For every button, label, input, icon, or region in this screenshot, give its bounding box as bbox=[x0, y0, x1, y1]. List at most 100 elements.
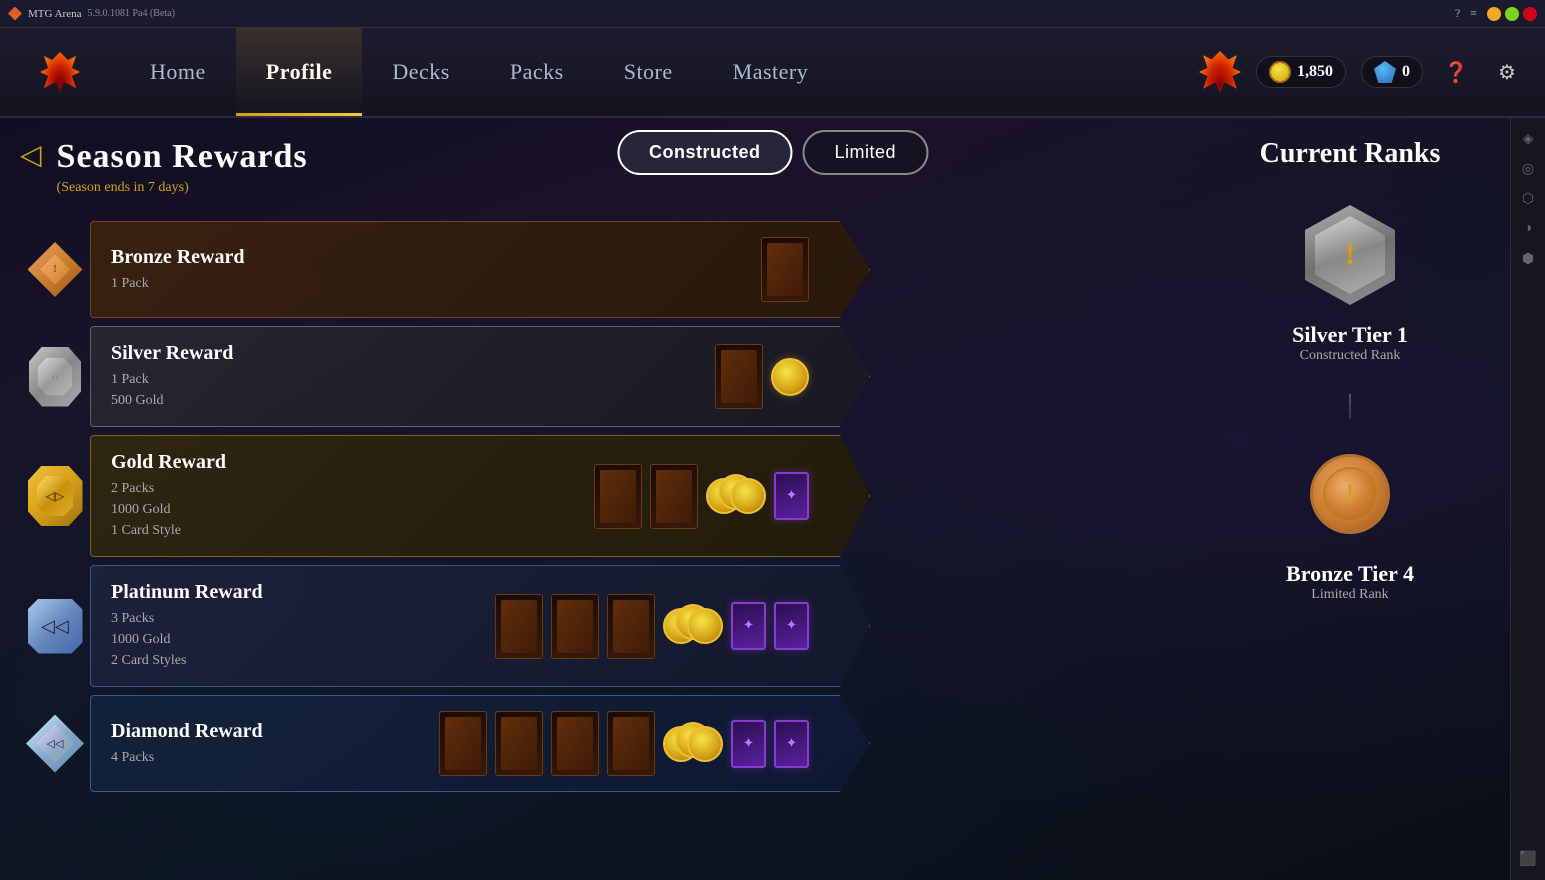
mtg-flame-icon bbox=[40, 52, 80, 92]
platinum-rank-badge: ◁◁ bbox=[20, 591, 90, 661]
maximize-btn[interactable] bbox=[1505, 7, 1519, 21]
rs-icon-6[interactable]: ⬡ bbox=[1517, 188, 1539, 210]
silver-rank-badge: ‹› bbox=[20, 342, 90, 412]
rs-icon-7[interactable]: ◑ bbox=[1517, 218, 1539, 240]
close-btn[interactable] bbox=[1523, 7, 1537, 21]
rs-icon-bottom[interactable]: ⬛ bbox=[1517, 848, 1539, 870]
bronze-rank-icon: ! bbox=[1300, 439, 1400, 549]
diamond-reward-card: Diamond Reward 4 Packs bbox=[90, 695, 870, 792]
gold-reward-row: ◁▷ Gold Reward 2 Packs1000 Gold1 Card St… bbox=[20, 435, 870, 557]
bronze-reward-row: ! Bronze Reward 1 Pack bbox=[20, 221, 870, 318]
nav-logo bbox=[0, 28, 120, 116]
plat-card-style-2 bbox=[774, 602, 809, 650]
rank-connector bbox=[1349, 394, 1351, 419]
gold-reward-name: Gold Reward bbox=[111, 451, 594, 474]
nav-store[interactable]: Store bbox=[594, 28, 703, 116]
gold-reward-card: Gold Reward 2 Packs1000 Gold1 Card Style bbox=[90, 435, 870, 557]
gold-pack-2 bbox=[650, 464, 698, 529]
bronze-rank-badge: ! bbox=[20, 235, 90, 305]
gold-currency: 1,850 bbox=[1256, 56, 1346, 88]
silver-reward-info: Silver Reward 1 Pack500 Gold bbox=[111, 342, 715, 411]
silver-gold-coin bbox=[771, 358, 809, 396]
constructed-rank-display: ! Silver Tier 1 Constructed Rank bbox=[1292, 200, 1408, 364]
gold-rank-badge: ◁▷ bbox=[20, 461, 90, 531]
constructed-rank-type: Constructed Rank bbox=[1300, 348, 1401, 364]
gold-pack-1 bbox=[594, 464, 642, 529]
page-subtitle: (Season ends in 7 days) bbox=[57, 180, 308, 196]
gem-amount: 0 bbox=[1402, 63, 1410, 81]
limited-rank-name: Bronze Tier 4 bbox=[1286, 561, 1414, 587]
platinum-reward-row: ◁◁ Platinum Reward 3 Packs1000 Gold2 Car… bbox=[20, 565, 870, 687]
gold-icon bbox=[1269, 61, 1291, 83]
ranks-panel: Current Ranks ! Silver Tier 1 Constructe… bbox=[1190, 118, 1510, 880]
tab-limited[interactable]: Limited bbox=[802, 130, 928, 175]
tab-row: Constructed Limited bbox=[617, 130, 928, 175]
nav-home[interactable]: Home bbox=[120, 28, 236, 116]
bronze-reward-items bbox=[761, 237, 809, 302]
plat-pack-1 bbox=[495, 594, 543, 659]
constructed-rank-name: Silver Tier 1 bbox=[1292, 322, 1408, 348]
platinum-reward-name: Platinum Reward bbox=[111, 581, 495, 604]
quest-icon[interactable]: ❓ bbox=[1438, 54, 1474, 90]
fire-icon[interactable] bbox=[1199, 51, 1241, 93]
gold-amount: 1,850 bbox=[1297, 63, 1333, 81]
diamond-reward-row: ◁◁ Diamond Reward 4 Packs bbox=[20, 695, 870, 792]
titlebar: MTG Arena 5.9.0.1081 Pa4 (Beta) ? ≡ bbox=[0, 0, 1545, 28]
main-content: ◁ Season Rewards (Season ends in 7 days)… bbox=[0, 118, 1510, 880]
dia-pack-1 bbox=[439, 711, 487, 776]
nav-decks[interactable]: Decks bbox=[362, 28, 479, 116]
nav-menu: Home Profile Decks Packs Store Mastery bbox=[120, 28, 838, 116]
rs-icon-5[interactable]: ◎ bbox=[1517, 158, 1539, 180]
bronze-reward-details: 1 Pack bbox=[111, 273, 761, 294]
nav-packs[interactable]: Packs bbox=[480, 28, 594, 116]
silver-reward-card: Silver Reward 1 Pack500 Gold bbox=[90, 326, 870, 427]
back-button[interactable]: ◁ bbox=[20, 138, 42, 172]
silver-pack-1 bbox=[715, 344, 763, 409]
diamond-reward-details: 4 Packs bbox=[111, 747, 439, 768]
ranks-title: Current Ranks bbox=[1260, 138, 1441, 170]
mtg-emblem bbox=[38, 50, 83, 95]
silver-reward-name: Silver Reward bbox=[111, 342, 715, 365]
gem-currency: 0 bbox=[1361, 56, 1423, 88]
diamond-reward-items bbox=[439, 711, 809, 776]
help-icon[interactable]: ? bbox=[1455, 6, 1460, 21]
page-header: ◁ Season Rewards (Season ends in 7 days) bbox=[20, 138, 1190, 196]
plat-coins-stack bbox=[663, 604, 723, 648]
nav-right: 1,850 0 ❓ ⚙ bbox=[1199, 51, 1545, 93]
nav-profile[interactable]: Profile bbox=[236, 28, 363, 116]
bronze-reward-name: Bronze Reward bbox=[111, 246, 761, 269]
settings-icon[interactable]: ⚙ bbox=[1489, 54, 1525, 90]
minimize-btn[interactable] bbox=[1487, 7, 1501, 21]
limited-rank-display: ! Bronze Tier 4 Limited Rank bbox=[1286, 439, 1414, 603]
page-title: Season Rewards bbox=[57, 138, 308, 176]
gold-reward-info: Gold Reward 2 Packs1000 Gold1 Card Style bbox=[111, 451, 594, 541]
navbar: Home Profile Decks Packs Store Mastery 1… bbox=[0, 28, 1545, 118]
gold-reward-items bbox=[594, 464, 809, 529]
menu-icon[interactable]: ≡ bbox=[1470, 6, 1477, 21]
silver-reward-row: ‹› Silver Reward 1 Pack500 Gold bbox=[20, 326, 870, 427]
diamond-reward-info: Diamond Reward 4 Packs bbox=[111, 720, 439, 768]
plat-pack-2 bbox=[551, 594, 599, 659]
platinum-reward-card: Platinum Reward 3 Packs1000 Gold2 Card S… bbox=[90, 565, 870, 687]
silver-reward-details: 1 Pack500 Gold bbox=[111, 369, 715, 411]
plat-card-style-1 bbox=[731, 602, 766, 650]
nav-mastery[interactable]: Mastery bbox=[703, 28, 839, 116]
gold-coins-stack bbox=[706, 474, 766, 518]
silver-rank-icon: ! bbox=[1300, 200, 1400, 310]
dia-card-style-2 bbox=[774, 720, 809, 768]
app-version: 5.9.0.1081 Pa4 (Beta) bbox=[87, 8, 175, 19]
dia-pack-3 bbox=[551, 711, 599, 776]
diamond-reward-name: Diamond Reward bbox=[111, 720, 439, 743]
dia-pack-2 bbox=[495, 711, 543, 776]
limited-rank-type: Limited Rank bbox=[1311, 587, 1388, 603]
page-title-block: Season Rewards (Season ends in 7 days) bbox=[57, 138, 308, 196]
plat-pack-3 bbox=[607, 594, 655, 659]
dia-coins-stack bbox=[663, 722, 723, 766]
rs-icon-8[interactable]: ⬢ bbox=[1517, 248, 1539, 270]
silver-reward-items bbox=[715, 344, 809, 409]
app-title: MTG Arena bbox=[28, 8, 81, 20]
platinum-reward-items bbox=[495, 594, 809, 659]
rs-icon-4[interactable]: ◈ bbox=[1517, 128, 1539, 150]
platinum-reward-info: Platinum Reward 3 Packs1000 Gold2 Card S… bbox=[111, 581, 495, 671]
tab-constructed[interactable]: Constructed bbox=[617, 130, 793, 175]
